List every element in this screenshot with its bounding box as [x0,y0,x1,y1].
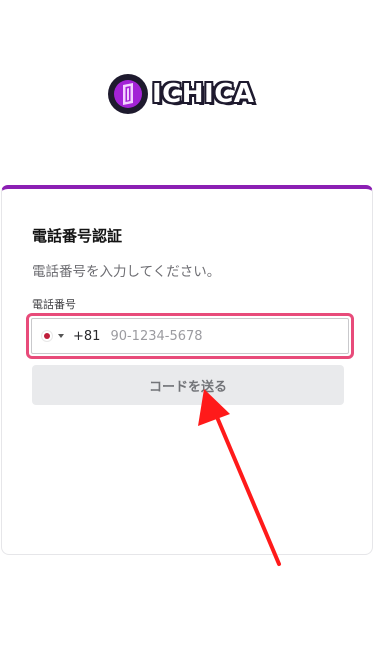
page-subtitle: 電話番号を入力してください。 [32,264,221,280]
app-logo: ICHICA [108,72,254,116]
ichica-logo-icon [108,74,148,114]
page-title: 電話番号認証 [32,227,123,245]
phone-field-highlight: +81 [26,313,354,359]
phone-number-input[interactable] [110,319,348,353]
phone-field: +81 [31,318,349,354]
chevron-down-icon[interactable] [58,334,64,338]
country-dial-code: +81 [73,328,101,344]
japan-flag-icon[interactable] [42,331,52,341]
phone-verification-card: 電話番号認証 電話番号を入力してください。 電話番号 +81 コードを送る [1,185,373,555]
phone-field-label: 電話番号 [32,298,76,311]
logo-wordmark: ICHICA [152,79,255,109]
send-code-button[interactable]: コードを送る [32,365,344,405]
